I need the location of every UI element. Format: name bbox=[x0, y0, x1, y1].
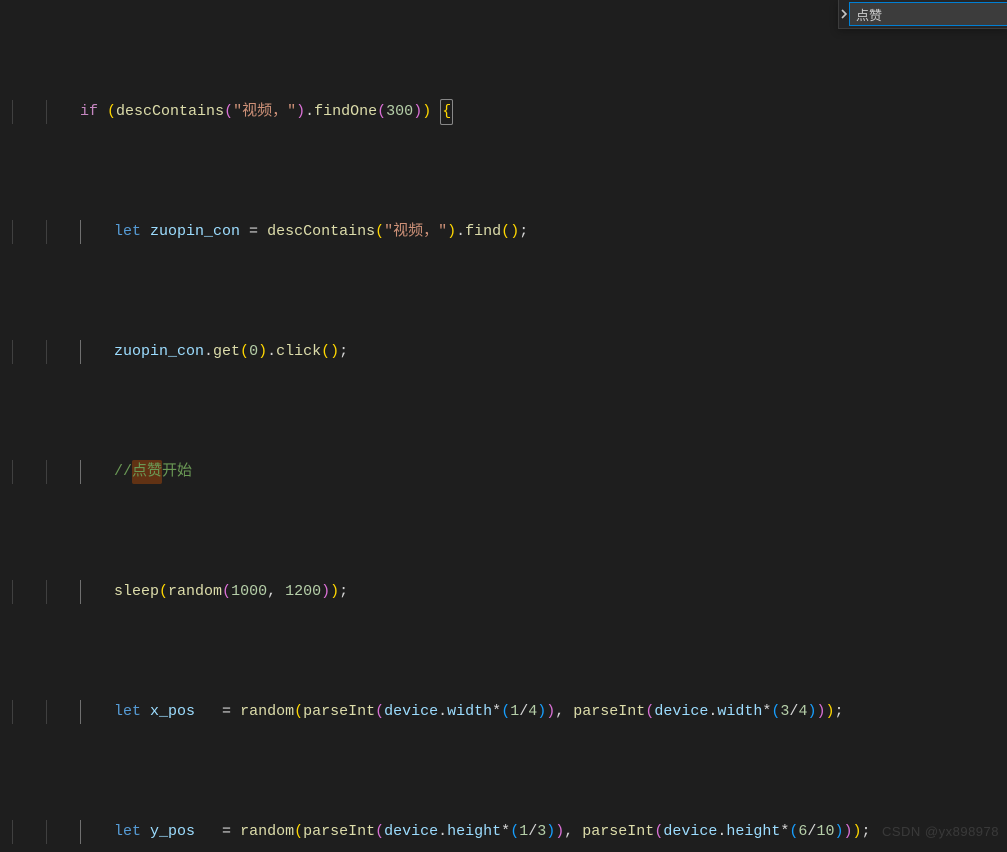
chevron-right-icon[interactable] bbox=[839, 0, 849, 28]
watermark: CSDN @yx898978 bbox=[882, 820, 999, 844]
search-input[interactable] bbox=[849, 2, 1007, 26]
find-widget[interactable]: A bbox=[838, 0, 1007, 29]
code-editor: A if (descContains("视频，").findOne(300)) … bbox=[0, 0, 1007, 852]
code-area[interactable]: if (descContains("视频，").findOne(300)) { … bbox=[12, 0, 1007, 852]
code-line: if (descContains("视频，").findOne(300)) { bbox=[12, 100, 1007, 124]
